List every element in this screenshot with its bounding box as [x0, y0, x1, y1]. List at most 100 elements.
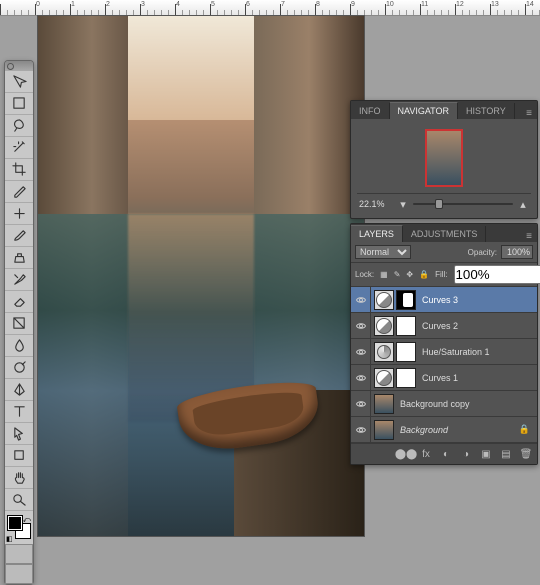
layer-name-label[interactable]: Curves 2 — [419, 321, 533, 331]
lasso-tool[interactable] — [5, 115, 33, 137]
dodge-tool[interactable] — [5, 357, 33, 379]
visibility-toggle[interactable] — [351, 339, 371, 364]
fill-input[interactable] — [454, 265, 540, 284]
tab-history[interactable]: HISTORY — [458, 103, 515, 119]
ruler-mark: 6 — [246, 1, 250, 8]
opacity-input[interactable] — [501, 245, 533, 259]
adjustment-layer-button[interactable]: ◑ — [459, 447, 473, 461]
visibility-toggle[interactable] — [351, 313, 371, 338]
crop-tool[interactable] — [5, 159, 33, 181]
layer-row[interactable]: Curves 3 — [351, 287, 537, 313]
adjustment-thumbnail[interactable] — [374, 290, 394, 310]
move-tool[interactable] — [5, 71, 33, 93]
adjustment-thumbnail[interactable] — [374, 368, 394, 388]
layer-thumbnail[interactable] — [374, 420, 394, 440]
adjustment-thumbnail[interactable] — [374, 342, 394, 362]
ruler-mark: 12 — [456, 1, 464, 8]
layer-row[interactable]: Hue/Saturation 1 — [351, 339, 537, 365]
ruler-mark: 5 — [211, 1, 215, 8]
ruler-mark: 10 — [386, 1, 394, 8]
ruler-mark: 0 — [36, 1, 40, 8]
eraser-tool[interactable] — [5, 291, 33, 313]
blur-tool[interactable] — [5, 335, 33, 357]
layer-name-label[interactable]: Background — [397, 425, 516, 435]
ruler-mark: 1 — [71, 1, 75, 8]
layer-list: Curves 3 Curves 2 Hue/Saturation 1 Curves 1… — [351, 287, 537, 443]
visibility-toggle[interactable] — [351, 287, 371, 312]
layer-mask-thumbnail[interactable] — [396, 368, 416, 388]
layer-row[interactable]: Curves 2 — [351, 313, 537, 339]
lock-pixels-icon[interactable]: ✎ — [394, 269, 401, 281]
layer-mask-button[interactable]: ◐ — [439, 447, 453, 461]
eyedropper-tool[interactable] — [5, 181, 33, 203]
layers-panel: LAYERS ADJUSTMENTS ≡ Normal Opacity: Loc… — [350, 223, 538, 465]
hand-tool[interactable] — [5, 467, 33, 489]
zoom-slider[interactable] — [413, 198, 513, 210]
layer-name-label[interactable]: Hue/Saturation 1 — [419, 347, 533, 357]
delete-layer-button[interactable]: 🗑 — [519, 447, 533, 461]
tab-info[interactable]: INFO — [351, 103, 390, 119]
visibility-toggle[interactable] — [351, 417, 371, 442]
layer-mask-thumbnail[interactable] — [396, 316, 416, 336]
gradient-tool[interactable] — [5, 313, 33, 335]
layers-tabs: LAYERS ADJUSTMENTS ≡ — [351, 224, 537, 242]
rectangle-tool[interactable] — [5, 445, 33, 467]
ruler-mark: 11 — [421, 1, 428, 8]
magic-wand-tool[interactable] — [5, 137, 33, 159]
link-layers-button[interactable]: ⬤⬤ — [399, 447, 413, 461]
tools-panel: ⤺ ◧ — [4, 60, 34, 585]
rectangular-marquee-tool[interactable] — [5, 93, 33, 115]
tab-navigator[interactable]: NAVIGATOR — [390, 102, 459, 119]
quick-mask-toggle[interactable] — [5, 544, 33, 564]
color-swatches[interactable]: ⤺ ◧ — [5, 514, 33, 544]
fill-label: Fill: — [435, 270, 447, 279]
layer-name-label[interactable]: Background copy — [397, 399, 533, 409]
screen-mode-toggle[interactable] — [5, 564, 33, 584]
visibility-toggle[interactable] — [351, 365, 371, 390]
path-selection-tool[interactable] — [5, 423, 33, 445]
layer-thumbnail[interactable] — [374, 394, 394, 414]
tools-panel-header[interactable] — [5, 61, 33, 71]
navigator-thumbnail[interactable] — [425, 129, 463, 187]
layer-row[interactable]: Background copy — [351, 391, 537, 417]
clone-stamp-tool[interactable] — [5, 247, 33, 269]
document-canvas[interactable] — [38, 16, 364, 536]
layer-name-label[interactable]: Curves 3 — [419, 295, 533, 305]
zoom-value[interactable]: 22.1% — [359, 199, 393, 209]
layer-row[interactable]: Curves 1 — [351, 365, 537, 391]
adjustment-thumbnail[interactable] — [374, 316, 394, 336]
layer-row[interactable]: Background🔒 — [351, 417, 537, 443]
visibility-toggle[interactable] — [351, 391, 371, 416]
tab-adjustments[interactable]: ADJUSTMENTS — [403, 226, 487, 242]
navigator-tabs: INFO NAVIGATOR HISTORY ≡ — [351, 101, 537, 119]
lock-all-icon[interactable]: 🔒 — [419, 269, 429, 281]
lock-transparency-icon[interactable]: ▦ — [380, 269, 388, 281]
lock-icon: 🔒 — [516, 424, 533, 435]
healing-brush-tool[interactable] — [5, 203, 33, 225]
default-colors-icon[interactable]: ◧ — [6, 535, 13, 543]
type-tool[interactable] — [5, 401, 33, 423]
lock-label: Lock: — [355, 270, 374, 279]
history-brush-tool[interactable] — [5, 269, 33, 291]
group-button[interactable]: ▣ — [479, 447, 493, 461]
lock-position-icon[interactable]: ✥ — [406, 269, 413, 281]
zoom-in-icon[interactable]: ▴ — [517, 198, 529, 210]
layer-mask-thumbnail[interactable] — [396, 342, 416, 362]
zoom-tool[interactable] — [5, 489, 33, 511]
layer-name-label[interactable]: Curves 1 — [419, 373, 533, 383]
image-content — [38, 16, 364, 536]
layer-style-button[interactable]: fx — [419, 447, 433, 461]
tab-layers[interactable]: LAYERS — [351, 225, 403, 242]
swap-colors-icon[interactable]: ⤺ — [22, 515, 31, 525]
zoom-out-icon[interactable]: ▾ — [397, 198, 409, 210]
brush-tool[interactable] — [5, 225, 33, 247]
layer-mask-thumbnail[interactable] — [396, 290, 416, 310]
ruler-mark: 8 — [316, 1, 320, 8]
pen-tool[interactable] — [5, 379, 33, 401]
panel-menu-icon[interactable]: ≡ — [521, 231, 537, 242]
blend-mode-select[interactable]: Normal — [355, 245, 411, 259]
new-layer-button[interactable]: ▤ — [499, 447, 513, 461]
panel-menu-icon[interactable]: ≡ — [521, 108, 537, 119]
foreground-color[interactable] — [8, 516, 22, 530]
panels-dock: INFO NAVIGATOR HISTORY ≡ 22.1% ▾ ▴ LAYER… — [350, 100, 538, 469]
